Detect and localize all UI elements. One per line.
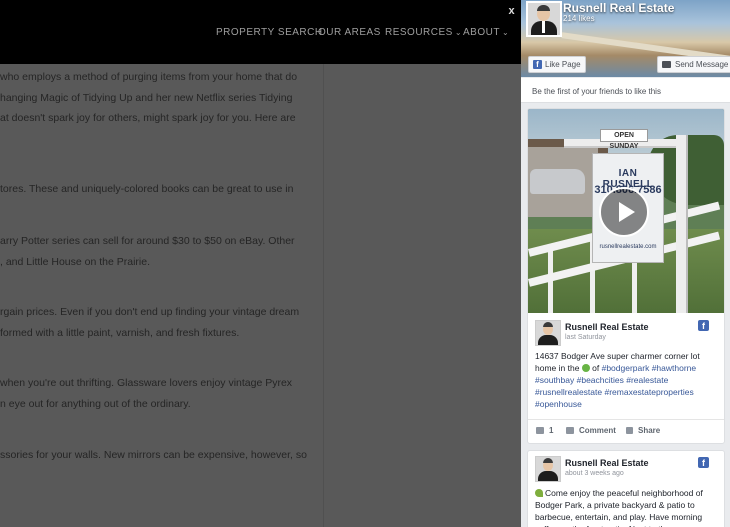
page-avatar[interactable] [526, 1, 562, 37]
nav-label: ABOUT [463, 27, 500, 38]
friends-like-text: Be the first of your friends to like thi… [521, 78, 730, 103]
article-line: rgain prices. Even if you don't end up f… [0, 306, 300, 318]
post-text-body: Come enjoy the peaceful neighborhood of … [535, 488, 703, 527]
sign-website: rusnellrealestate.com [599, 244, 657, 250]
share-label: Share [638, 426, 661, 435]
nav-label: PROPERTY SEARCH [216, 27, 323, 38]
facebook-icon: f [533, 60, 542, 69]
article-line: who employs a method of purging items fr… [0, 71, 298, 83]
like-page-label: Like Page [545, 60, 581, 69]
chevron-down-icon: ⌄ [501, 28, 510, 37]
article-paragraph: who employs a method of purging items fr… [0, 67, 297, 129]
page-name[interactable]: Rusnell Real Estate [563, 1, 674, 15]
green-heart-icon [581, 364, 590, 372]
post-timestamp[interactable]: about 3 weeks ago [565, 470, 624, 477]
article-line: hanging Magic of Tidying Up and her new … [0, 91, 293, 104]
post-text: Come enjoy the peaceful neighborhood of … [535, 487, 715, 527]
close-button[interactable]: x [502, 0, 521, 22]
post-text: 14637 Bodger Ave super charmer corner lo… [535, 350, 715, 410]
message-icon [662, 61, 671, 68]
nav-property-search[interactable]: PROPERTY SEARCH [216, 27, 323, 38]
nav-resources[interactable]: RESOURCES ⌄ [385, 27, 462, 38]
hashtag-link[interactable]: #southbay [535, 375, 574, 385]
article-line: ssories for your walls. New mirrors can … [0, 449, 307, 461]
post-actions-bar: 1 Comment Share [528, 419, 724, 440]
play-icon[interactable] [599, 187, 649, 237]
column-divider [323, 64, 324, 527]
article-line: n eye out for anything out of the ordina… [0, 397, 191, 410]
article-line: arry Potter series can sell for around $… [0, 235, 295, 247]
like-count-label: 1 [549, 426, 554, 435]
share-icon [626, 427, 633, 434]
article-paragraph: arry Potter series can sell for around $… [0, 231, 295, 272]
article-line: , and Little House on the Prairie. [0, 255, 151, 268]
comment-icon [566, 427, 574, 434]
nav-label: RESOURCES [385, 27, 453, 38]
post-author[interactable]: Rusnell Real Estate [565, 458, 649, 468]
hashtag-link[interactable]: #rusnellrealestate [535, 387, 602, 397]
like-page-button[interactable]: f Like Page [528, 56, 586, 73]
hashtag-link[interactable]: #openhouse [535, 399, 582, 409]
facebook-icon[interactable]: f [698, 320, 709, 331]
article-paragraph: rgain prices. Even if you don't end up f… [0, 302, 299, 343]
post-avatar[interactable] [535, 456, 561, 482]
friends-like-label: Be the first of your friends to like thi… [532, 87, 661, 96]
nav-our-areas[interactable]: OUR AREAS [318, 27, 381, 38]
post-card: OPEN SUNDAY IAN RUSNELL 310.806.7586 rus… [527, 108, 725, 444]
video-thumbnail[interactable]: OPEN SUNDAY IAN RUSNELL 310.806.7586 rus… [528, 109, 724, 313]
hashtag-link[interactable]: #beachcities [577, 375, 624, 385]
article-paragraph: when you're out thrifting. Glassware lov… [0, 373, 292, 414]
article-paragraph: ssories for your walls. New mirrors can … [0, 445, 307, 466]
facebook-page-widget: Rusnell Real Estate 214 likes f Like Pag… [521, 0, 730, 527]
article-line: when you're out thrifting. Glassware lov… [0, 377, 293, 389]
page-likes: 214 likes [563, 14, 595, 23]
post-avatar[interactable] [535, 320, 561, 346]
article-line: formed with a little paint, varnish, and… [0, 326, 240, 339]
like-count[interactable]: 1 [536, 426, 553, 435]
hashtag-link[interactable]: #bodgerpark [602, 363, 650, 373]
hashtag-link[interactable]: #realestate [626, 375, 668, 385]
facebook-icon[interactable]: f [698, 457, 709, 468]
hashtag-link[interactable]: #hawthorne [652, 363, 696, 373]
nav-label: OUR AREAS [318, 27, 381, 38]
article-paragraph: tores. These and uniquely-colored books … [0, 179, 293, 200]
post-text-part: of [589, 363, 602, 373]
share-button[interactable]: Share [626, 426, 660, 435]
cover-photo[interactable]: Rusnell Real Estate 214 likes f Like Pag… [521, 0, 730, 77]
post-author[interactable]: Rusnell Real Estate [565, 322, 649, 332]
post-card: Rusnell Real Estate about 3 weeks ago f … [527, 450, 725, 527]
nav-about[interactable]: ABOUT ⌄ [463, 27, 509, 38]
send-message-button[interactable]: Send Message [657, 56, 730, 73]
comment-label: Comment [579, 426, 616, 435]
comment-button[interactable]: Comment [566, 426, 616, 435]
article-line: tores. These and uniquely-colored books … [0, 183, 294, 195]
hashtag-link[interactable]: #remaxestateproperties [604, 387, 693, 397]
open-sunday-sign: OPEN SUNDAY [600, 129, 648, 150]
post-timestamp[interactable]: last Saturday [565, 334, 606, 341]
plant-icon [535, 489, 543, 497]
thumbs-up-icon [536, 427, 544, 434]
chevron-down-icon: ⌄ [454, 28, 463, 37]
article-line: at doesn't spark joy for others, might s… [0, 112, 296, 124]
send-message-label: Send Message [675, 60, 729, 69]
